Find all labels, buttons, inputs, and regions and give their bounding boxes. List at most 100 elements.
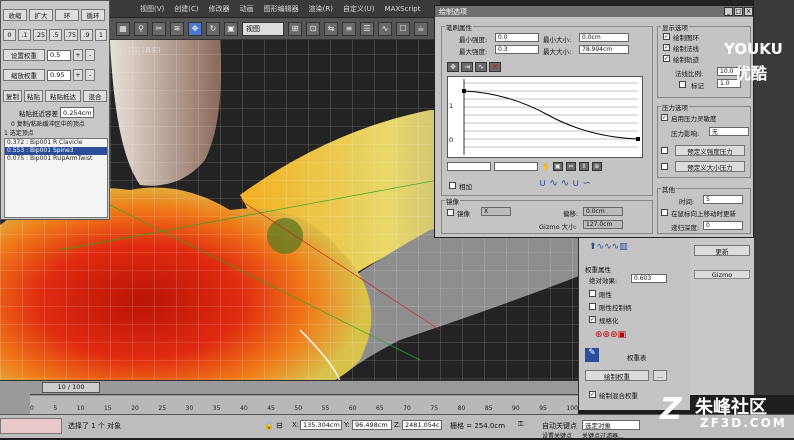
list-item[interactable]: 0.372 : Bip001 R Clavicle	[5, 139, 107, 147]
align-icon[interactable]: ≡	[342, 21, 356, 36]
lock-icon[interactable]: 🔒	[264, 421, 274, 430]
move-point-icon[interactable]: ✥	[447, 62, 459, 72]
max-size-input[interactable]: 78.994cm	[579, 45, 629, 54]
curve-y-input[interactable]	[494, 162, 538, 171]
render-icon[interactable]: ☕	[414, 21, 428, 36]
normalize-checkbox[interactable]: ✓	[589, 316, 596, 323]
layer-icon[interactable]: ☰	[360, 21, 374, 36]
scale-weight-button[interactable]: 缩放权重	[3, 69, 45, 81]
pred-size-button[interactable]: 预定义大小压力	[675, 161, 745, 172]
interval-input[interactable]: 5	[703, 195, 743, 204]
delete-point-icon[interactable]: ✕	[489, 62, 501, 72]
offset-input[interactable]: 0.0cm	[583, 207, 623, 216]
gizmo-size-input[interactable]: 127.0cm	[583, 220, 623, 229]
menu-item[interactable]: 渲染(R)	[309, 4, 333, 14]
weight-preset-button[interactable]: 1	[95, 29, 107, 41]
min-strength-input[interactable]: 0.0	[495, 33, 539, 42]
pan-icon[interactable]: ✋	[541, 163, 550, 171]
weight-table-button[interactable]: 权重表	[627, 352, 647, 362]
insert-point-icon[interactable]: ∿	[475, 62, 487, 72]
scale-icon[interactable]: ▣	[224, 21, 238, 36]
paint-blend-checkbox[interactable]: ✓	[589, 391, 596, 398]
mirror-icon[interactable]: ⇆	[324, 21, 338, 36]
set-weight-spinner[interactable]: 0.5	[47, 49, 71, 61]
update-button[interactable]: 更新	[694, 245, 750, 256]
y-coord-input[interactable]: 96.498cm	[352, 420, 392, 430]
absolute-mode-icon[interactable]: ⊟	[276, 421, 283, 430]
pivot-icon[interactable]: ⊞	[288, 21, 302, 36]
blend-button[interactable]: 混合	[83, 90, 107, 102]
weight-preset-button[interactable]: .9	[80, 29, 93, 41]
wrench-icon[interactable]: ✎	[585, 348, 599, 362]
weight-tool-icons[interactable]: ⊛⊛⊛▣	[595, 330, 626, 340]
time-slider-thumb[interactable]: 10 / 100	[42, 382, 100, 393]
draw-normal-checkbox[interactable]: ✓	[663, 44, 670, 51]
x-coord-input[interactable]: 135.304cm	[300, 420, 342, 430]
draw-ring-checkbox[interactable]: ✓	[663, 33, 670, 40]
set-weight-button[interactable]: 设置权重	[3, 49, 45, 61]
render-setup-icon[interactable]: ☐	[396, 21, 410, 36]
grow-button[interactable]: 扩大	[29, 9, 53, 21]
menu-item[interactable]: 图形编辑器	[264, 4, 299, 14]
minimize-icon[interactable]: _	[724, 7, 733, 16]
move-icon[interactable]: ✥	[188, 21, 202, 36]
ring-button[interactable]: 环	[55, 9, 79, 21]
draw-trace-checkbox[interactable]: ✓	[663, 55, 670, 62]
paste-pos-button[interactable]: 粘贴抵达	[45, 90, 81, 102]
minus-button[interactable]: -	[85, 69, 95, 81]
close-icon[interactable]: ×	[744, 7, 753, 16]
select-icon[interactable]: ▦	[116, 21, 130, 36]
menu-item[interactable]: 视图(V)	[140, 4, 164, 14]
menu-item[interactable]: 自定义(U)	[343, 4, 375, 14]
scale-weight-spinner[interactable]: 0.95	[47, 69, 71, 81]
minus-button[interactable]: -	[85, 49, 95, 61]
snap-icon[interactable]: ⊡	[306, 21, 320, 36]
mirror-checkbox[interactable]	[447, 209, 454, 216]
copy-button[interactable]: 复制	[3, 90, 22, 102]
plus-button[interactable]: +	[73, 49, 83, 61]
gizmo-rollout[interactable]: Gizmo	[694, 270, 750, 279]
loop-button[interactable]: 循环	[81, 9, 105, 21]
zoom-icon[interactable]: ⊕	[591, 162, 602, 171]
unlink-icon[interactable]: ✂	[152, 21, 166, 36]
brush-preset-icons[interactable]: ∪∿∿∪∽	[539, 178, 594, 189]
maxscript-listener[interactable]	[0, 418, 62, 434]
link-icon[interactable]: ⚲	[134, 21, 148, 36]
update-on-release-checkbox[interactable]	[661, 209, 668, 216]
scale-point-icon[interactable]: ⇥	[461, 62, 473, 72]
vertex-weight-list[interactable]: 0.372 : Bip001 R Clavicle 0.553 : Bip001…	[4, 138, 108, 218]
menu-item[interactable]: 修改器	[209, 4, 230, 14]
weight-preset-button[interactable]: .75	[64, 29, 78, 41]
pred-strength-checkbox[interactable]	[661, 147, 668, 154]
key-filter-button[interactable]: 关键点过滤器...	[582, 431, 624, 440]
bind-icon[interactable]: ≋	[170, 21, 184, 36]
list-item[interactable]: 0.075 : Bip001 RUpArmTwist	[5, 155, 107, 163]
enable-pressure-checkbox[interactable]: ✓	[661, 114, 668, 121]
plus-button[interactable]: +	[73, 69, 83, 81]
mini-curve-icon[interactable]	[0, 394, 30, 414]
weight-preset-button[interactable]: .1	[18, 29, 31, 41]
curve-editor-icon[interactable]: ∿	[378, 21, 392, 36]
paint-options-button[interactable]: ...	[653, 370, 667, 381]
menu-item[interactable]: 创建(C)	[174, 4, 198, 14]
zoom-h-icon[interactable]: ⇔	[565, 162, 576, 171]
pred-strength-button[interactable]: 预定义强度压力	[675, 145, 745, 156]
autokey-button[interactable]: 自动关键点	[542, 421, 577, 431]
rotate-icon[interactable]: ↻	[206, 21, 220, 36]
list-item[interactable]: 0.553 : Bip001 Spine3	[5, 147, 107, 155]
zoom-extents-icon[interactable]: ▣	[552, 162, 563, 171]
max-strength-input[interactable]: 0.3	[495, 45, 539, 54]
set-key-label[interactable]: 设置关键点	[542, 431, 572, 440]
zoom-v-icon[interactable]: ⇕	[578, 162, 589, 171]
mirror-axis-select[interactable]: X	[481, 207, 511, 216]
brush-shape-icons[interactable]: ⬆∿∿∿▥	[589, 242, 628, 252]
maximize-icon[interactable]: □	[734, 7, 743, 16]
abs-effect-input[interactable]: 0.603	[631, 274, 667, 283]
additive-checkbox[interactable]	[449, 182, 456, 189]
weight-preset-button[interactable]: .25	[33, 29, 47, 41]
time-slider[interactable]: 10 / 100	[0, 380, 578, 394]
key-mode-select[interactable]: 选定对象	[582, 420, 640, 430]
pred-size-checkbox[interactable]	[661, 163, 668, 170]
tree-depth-input[interactable]: 0	[703, 221, 743, 230]
menu-item[interactable]: 动画	[240, 4, 254, 14]
